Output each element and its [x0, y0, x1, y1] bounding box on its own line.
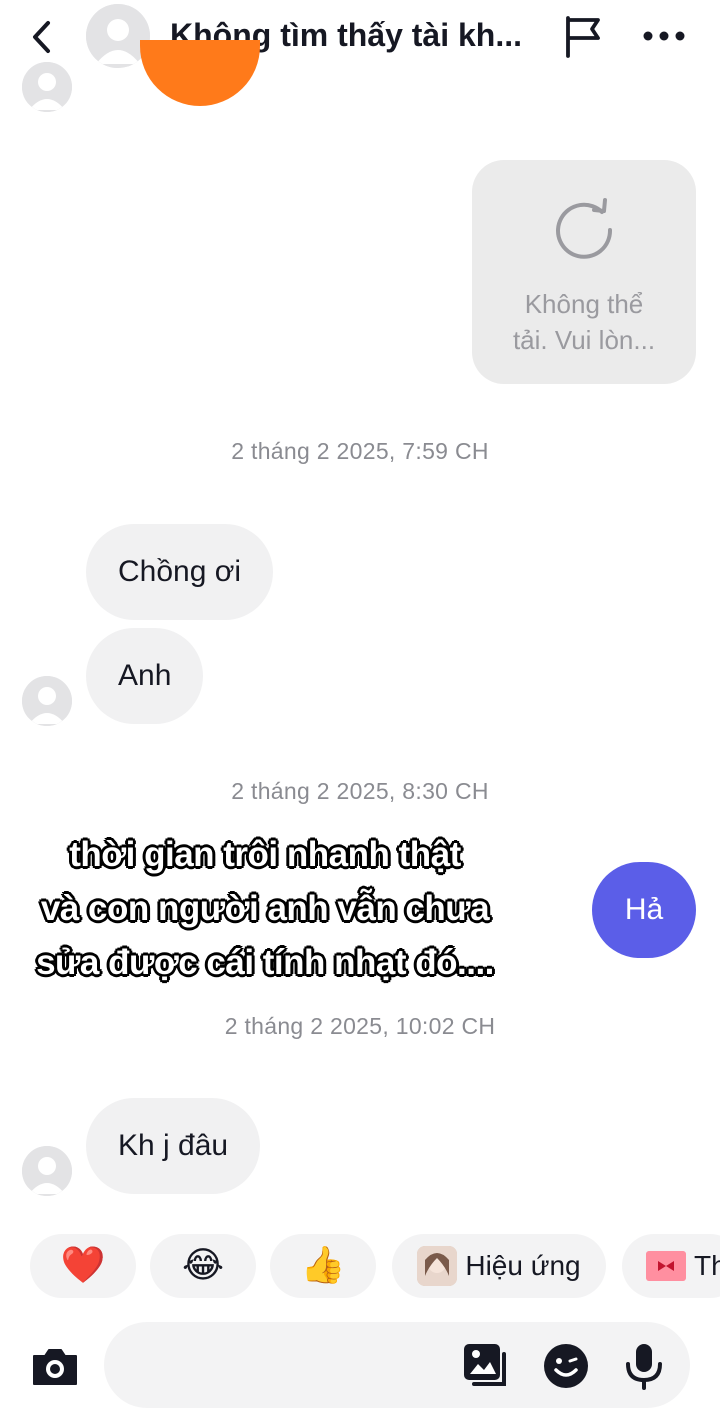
thumbs-up-icon: 👍 — [300, 1245, 346, 1286]
gallery-button[interactable] — [460, 1340, 512, 1392]
incoming-message[interactable]: Kh j đâu — [86, 1098, 261, 1194]
back-button[interactable] — [22, 14, 62, 60]
sender-avatar[interactable] — [22, 676, 72, 726]
failed-text-line2: tải. Vui lòn... — [512, 325, 656, 355]
more-options-button[interactable] — [640, 16, 688, 56]
incoming-message[interactable]: Chồng ơi — [86, 524, 274, 620]
microphone-icon — [626, 1344, 662, 1390]
failed-media-text: Không thể tải. Vui lòn... — [482, 286, 686, 358]
video-caption-overlay: thời gian trôi nhanh thật và con người a… — [30, 828, 500, 990]
timestamp: 2 tháng 2 2025, 7:59 CH — [231, 438, 489, 464]
image-gallery-icon — [464, 1344, 506, 1386]
flag-icon — [566, 16, 600, 58]
reaction-laugh-chip[interactable]: 😂 — [150, 1234, 256, 1298]
report-button[interactable] — [560, 12, 608, 60]
effect-chip[interactable]: Hiệu ứng — [392, 1234, 606, 1298]
default-avatar-icon — [22, 62, 72, 112]
reload-icon — [556, 198, 613, 259]
voice-button[interactable] — [618, 1340, 670, 1392]
laughing-face-icon: 😂 — [181, 1245, 225, 1286]
caption-line: sửa được cái tính nhạt đó.... — [36, 943, 494, 982]
outgoing-message[interactable]: Hả — [592, 862, 696, 958]
reaction-thumbs-up-chip[interactable]: 👍 — [270, 1234, 376, 1298]
gift-icon — [646, 1251, 686, 1281]
caption-line: và con người anh vẫn chưa — [40, 889, 490, 928]
sender-avatar[interactable] — [22, 1146, 72, 1196]
emoji-button[interactable] — [540, 1340, 592, 1392]
chat-header: Không tìm thấy tài kh... — [0, 0, 720, 80]
more-dots-icon — [643, 31, 685, 41]
default-avatar-icon — [22, 676, 72, 726]
failed-text-line1: Không thể — [524, 289, 644, 319]
timestamp: 2 tháng 2 2025, 8:30 CH — [231, 778, 489, 804]
chevron-left-icon — [33, 21, 50, 53]
timestamp: 2 tháng 2 2025, 10:02 CH — [224, 1013, 496, 1039]
failed-media-message[interactable]: Không thể tải. Vui lòn... — [472, 160, 696, 384]
incoming-message[interactable]: Anh — [86, 628, 204, 724]
gift-label: Th — [694, 1250, 720, 1281]
effect-thumbnail — [417, 1246, 458, 1286]
effect-label: Hiệu ứng — [465, 1250, 581, 1281]
sender-avatar[interactable] — [22, 62, 72, 112]
default-avatar-icon — [22, 1146, 72, 1196]
heart-icon: ❤️ — [60, 1245, 106, 1286]
message-input[interactable] — [104, 1322, 690, 1408]
camera-icon — [33, 1349, 77, 1385]
reaction-heart-chip[interactable]: ❤️ — [30, 1234, 136, 1298]
emoji-icon — [544, 1344, 588, 1388]
caption-line: thời gian trôi nhanh thật — [69, 835, 461, 874]
gift-chip[interactable]: Th — [622, 1234, 720, 1298]
camera-button[interactable] — [30, 1342, 80, 1392]
shared-media-preview[interactable] — [140, 40, 260, 106]
